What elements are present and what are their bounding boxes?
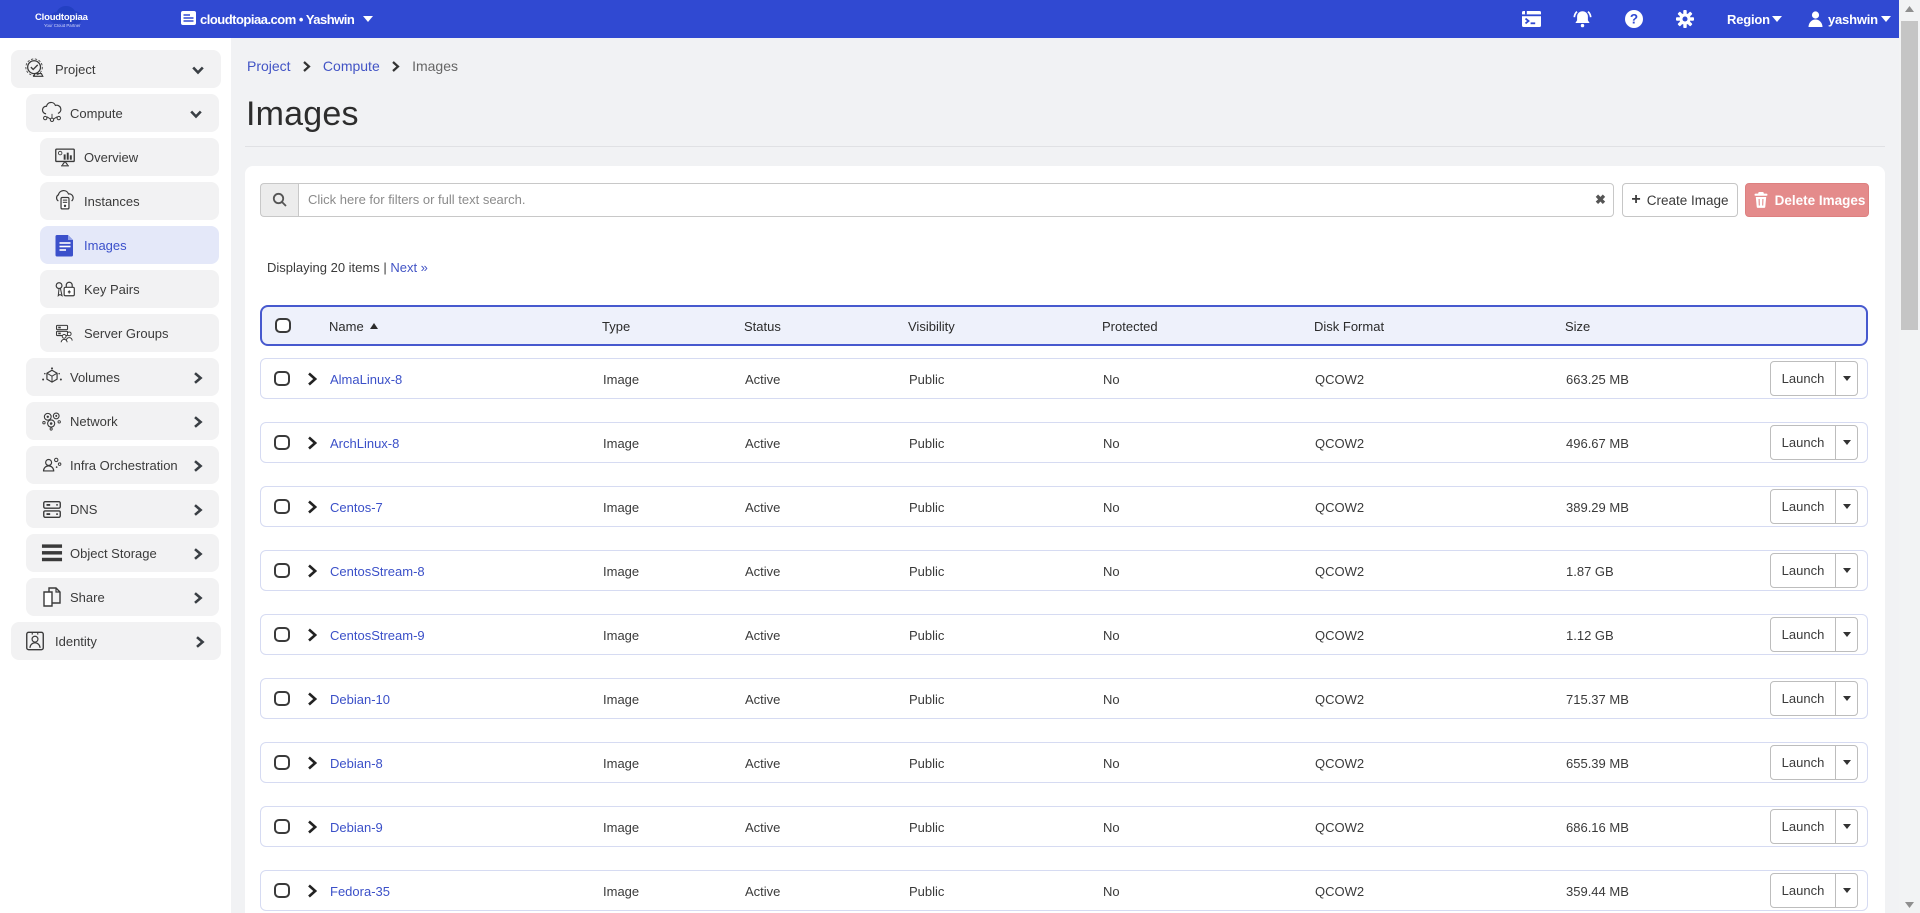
- svg-text:?: ?: [1630, 12, 1638, 27]
